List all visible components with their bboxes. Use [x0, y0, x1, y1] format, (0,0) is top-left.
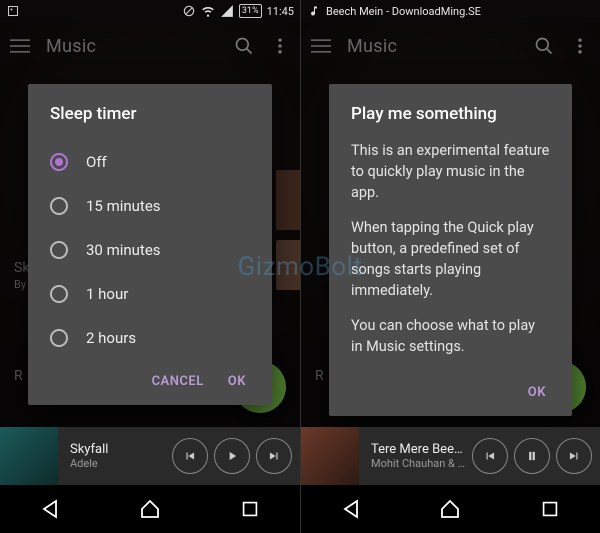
skip-next-icon [567, 449, 581, 463]
music-note-icon [307, 4, 321, 18]
radio-option-15min[interactable]: 15 minutes [50, 184, 250, 228]
radio-icon [50, 153, 68, 171]
recents-button[interactable] [537, 496, 563, 522]
clock: 11:45 [267, 5, 294, 18]
radio-label: 1 hour [86, 285, 128, 303]
navigation-bar [0, 485, 300, 533]
phone-left: 31% 11:45 Music Sk By R Sleep timer Off … [0, 0, 300, 533]
wifi-icon [201, 4, 215, 18]
radio-option-1hr[interactable]: 1 hour [50, 272, 250, 316]
radio-icon [50, 285, 68, 303]
track-artist: Adele [70, 457, 166, 470]
skip-prev-icon [183, 449, 197, 463]
gallery-icon [6, 4, 20, 18]
next-button[interactable] [256, 438, 292, 474]
recents-button[interactable] [237, 496, 263, 522]
status-nowplaying: Beech Mein - DownloadMing.SE [326, 5, 481, 18]
dialog-title: Play me something [351, 104, 550, 124]
signal-icon [220, 4, 234, 18]
cancel-button[interactable]: CANCEL [152, 374, 204, 389]
track-title: Tere Mere Beech Me [371, 442, 466, 457]
radio-label: 30 minutes [86, 241, 161, 259]
radio-icon [50, 329, 68, 347]
play-button[interactable] [214, 438, 250, 474]
skip-prev-icon [483, 449, 497, 463]
radio-option-30min[interactable]: 30 minutes [50, 228, 250, 272]
track-title: Skyfall [70, 442, 166, 457]
track-artist: Mohit Chauhan & Sunid [371, 457, 466, 470]
dialog-paragraph: When tapping the Quick play button, a pr… [351, 217, 550, 301]
prev-button[interactable] [472, 438, 508, 474]
status-bar: 31% 11:45 [0, 0, 300, 22]
back-button[interactable] [37, 496, 63, 522]
home-button[interactable] [437, 496, 463, 522]
back-button[interactable] [338, 496, 364, 522]
album-art [0, 427, 58, 485]
ok-button[interactable]: OK [228, 374, 246, 389]
dialog-paragraph: This is an experimental feature to quick… [351, 140, 550, 203]
radio-icon [50, 197, 68, 215]
now-playing-bar[interactable]: Skyfall Adele [0, 427, 300, 485]
navigation-bar [301, 485, 600, 533]
pause-button[interactable] [514, 438, 550, 474]
dialog-title: Sleep timer [50, 104, 250, 124]
phone-right: Beech Mein - DownloadMing.SE Music R Pla… [300, 0, 600, 533]
ok-button[interactable]: OK [528, 385, 546, 400]
status-bar: Beech Mein - DownloadMing.SE [301, 0, 600, 22]
now-playing-bar[interactable]: Tere Mere Beech Me Mohit Chauhan & Sunid [301, 427, 600, 485]
radio-icon [50, 241, 68, 259]
play-icon [225, 449, 239, 463]
battery-indicator: 31% [239, 4, 262, 18]
skip-next-icon [267, 449, 281, 463]
pause-icon [525, 449, 539, 463]
radio-option-2hr[interactable]: 2 hours [50, 316, 250, 360]
radio-label: Off [86, 153, 107, 171]
radio-option-off[interactable]: Off [50, 140, 250, 184]
next-button[interactable] [556, 438, 592, 474]
prev-button[interactable] [172, 438, 208, 474]
album-art [301, 427, 359, 485]
radio-label: 2 hours [86, 329, 136, 347]
play-me-something-dialog: Play me something This is an experimenta… [329, 84, 572, 416]
radio-label: 15 minutes [86, 197, 161, 215]
no-sim-icon [182, 4, 196, 18]
dialog-paragraph: You can choose what to play in Music set… [351, 315, 550, 357]
home-button[interactable] [137, 496, 163, 522]
sleep-timer-dialog: Sleep timer Off 15 minutes 30 minutes 1 … [28, 84, 272, 405]
